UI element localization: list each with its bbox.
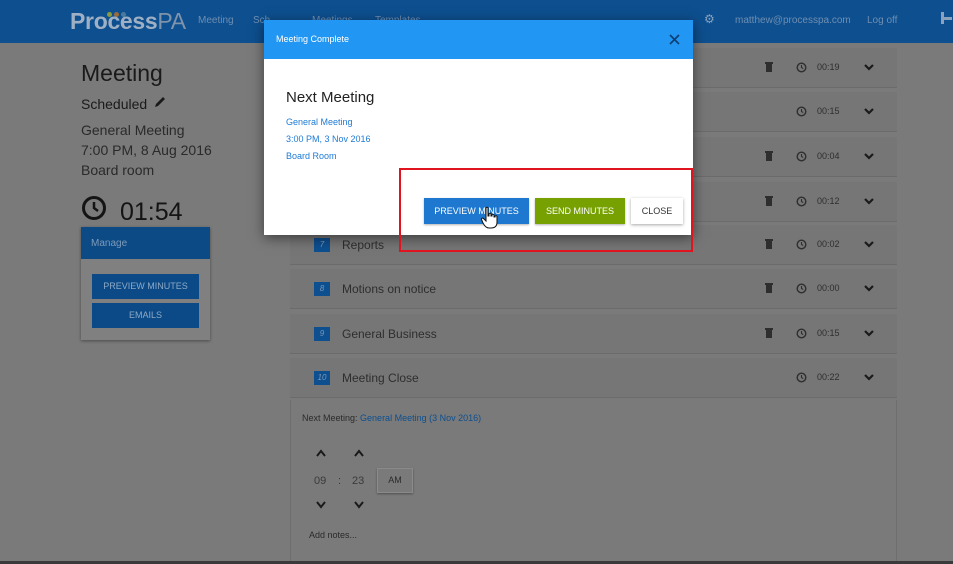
ampm-toggle[interactable]: AM — [377, 468, 413, 493]
app-logo[interactable]: ProcessPA — [70, 8, 186, 35]
hour-down-icon[interactable] — [315, 501, 327, 509]
meeting-close-details: Next Meeting: General Meeting (3 Nov 201… — [290, 400, 897, 564]
clock-icon — [796, 328, 807, 339]
next-meeting-line: Next Meeting: General Meeting (3 Nov 201… — [302, 413, 481, 423]
emails-button[interactable]: EMAILS — [92, 303, 199, 328]
clock-icon — [796, 283, 807, 294]
add-notes-link[interactable]: Add notes... — [309, 530, 357, 540]
agenda-item-number: 10 — [314, 371, 330, 385]
clock-icon — [796, 239, 807, 250]
time-separator: : — [338, 475, 342, 487]
agenda-item-number: 9 — [314, 327, 330, 341]
page-title: Meeting — [81, 60, 163, 86]
meeting-name: General Meeting — [81, 122, 185, 138]
gear-icon[interactable]: ⚙ — [704, 12, 715, 26]
meeting-timer: 01:54 — [120, 198, 183, 226]
clock-icon — [796, 62, 807, 73]
clock-icon — [796, 196, 807, 207]
nav-item-meeting[interactable]: Meeting — [198, 15, 234, 26]
chevron-down-icon[interactable] — [863, 328, 875, 338]
trash-icon[interactable] — [764, 238, 774, 250]
next-meeting-link[interactable]: General Meeting (3 Nov 2016) — [360, 413, 481, 423]
minute-value[interactable]: 23 — [352, 475, 364, 487]
highlight-annotation — [399, 168, 693, 252]
chevron-down-icon[interactable] — [863, 106, 875, 116]
next-meeting-location: Board Room — [286, 151, 337, 161]
agenda-row[interactable]: 9 General Business 00:15 — [290, 314, 897, 354]
chevron-down-icon[interactable] — [863, 372, 875, 382]
agenda-row[interactable]: 10 Meeting Close 00:22 — [290, 358, 897, 398]
trash-icon[interactable] — [764, 327, 774, 339]
hour-up-icon[interactable] — [315, 449, 327, 457]
chevron-down-icon[interactable] — [863, 196, 875, 206]
agenda-item-number: 7 — [314, 238, 330, 252]
meeting-location: Board room — [81, 162, 155, 178]
chevron-down-icon[interactable] — [863, 283, 875, 293]
trash-icon[interactable] — [764, 150, 774, 162]
agenda-item-duration: 00:15 — [817, 106, 840, 116]
meeting-status: Scheduled — [81, 96, 148, 112]
close-icon[interactable] — [668, 33, 681, 46]
sidebar-toggle-icon[interactable] — [940, 9, 953, 27]
agenda-item-duration: 00:19 — [817, 62, 840, 72]
trash-icon[interactable] — [764, 195, 774, 207]
edit-pencil-icon[interactable] — [153, 95, 167, 109]
logo-suffix-text: PA — [157, 8, 186, 34]
meeting-datetime: 7:00 PM, 8 Aug 2016 — [81, 142, 212, 158]
agenda-item-duration: 00:04 — [817, 151, 840, 161]
sidebar-preview-minutes-button[interactable]: PREVIEW MINUTES — [92, 274, 199, 299]
dialog-header: Meeting Complete — [264, 20, 693, 59]
agenda-item-duration: 00:22 — [817, 372, 840, 382]
trash-icon[interactable] — [764, 61, 774, 73]
chevron-down-icon[interactable] — [863, 151, 875, 161]
agenda-item-title[interactable]: Meeting Close — [342, 371, 419, 385]
clock-icon — [796, 106, 807, 117]
next-meeting-name: General Meeting — [286, 117, 353, 127]
clock-icon — [82, 196, 106, 220]
next-meeting-datetime: 3:00 PM, 3 Nov 2016 — [286, 134, 371, 144]
minute-down-icon[interactable] — [353, 501, 365, 509]
hour-value[interactable]: 09 — [314, 475, 326, 487]
next-meeting-label: Next Meeting: — [302, 413, 358, 423]
hand-pointer-icon — [480, 206, 498, 229]
agenda-item-title[interactable]: Motions on notice — [342, 282, 436, 296]
next-meeting-heading: Next Meeting — [286, 89, 375, 106]
chevron-down-icon[interactable] — [863, 239, 875, 249]
manage-header: Manage — [81, 227, 210, 259]
manage-panel: Manage PREVIEW MINUTES EMAILS — [81, 227, 210, 340]
agenda-item-title[interactable]: General Business — [342, 327, 437, 341]
trash-icon[interactable] — [764, 282, 774, 294]
logout-link[interactable]: Log off — [867, 15, 897, 26]
chevron-down-icon[interactable] — [863, 62, 875, 72]
agenda-item-duration: 00:15 — [817, 328, 840, 338]
agenda-item-duration: 00:02 — [817, 239, 840, 249]
agenda-item-number: 8 — [314, 282, 330, 296]
minute-up-icon[interactable] — [353, 449, 365, 457]
agenda-row[interactable]: 8 Motions on notice 00:00 — [290, 269, 897, 309]
clock-icon — [796, 372, 807, 383]
clock-icon — [796, 151, 807, 162]
agenda-item-duration: 00:12 — [817, 196, 840, 206]
logo-main-text: Process — [70, 8, 158, 34]
agenda-item-duration: 00:00 — [817, 283, 840, 293]
agenda-item-title[interactable]: Reports — [342, 238, 384, 252]
dialog-title: Meeting Complete — [276, 34, 350, 44]
user-email[interactable]: matthew@processpa.com — [735, 15, 851, 26]
